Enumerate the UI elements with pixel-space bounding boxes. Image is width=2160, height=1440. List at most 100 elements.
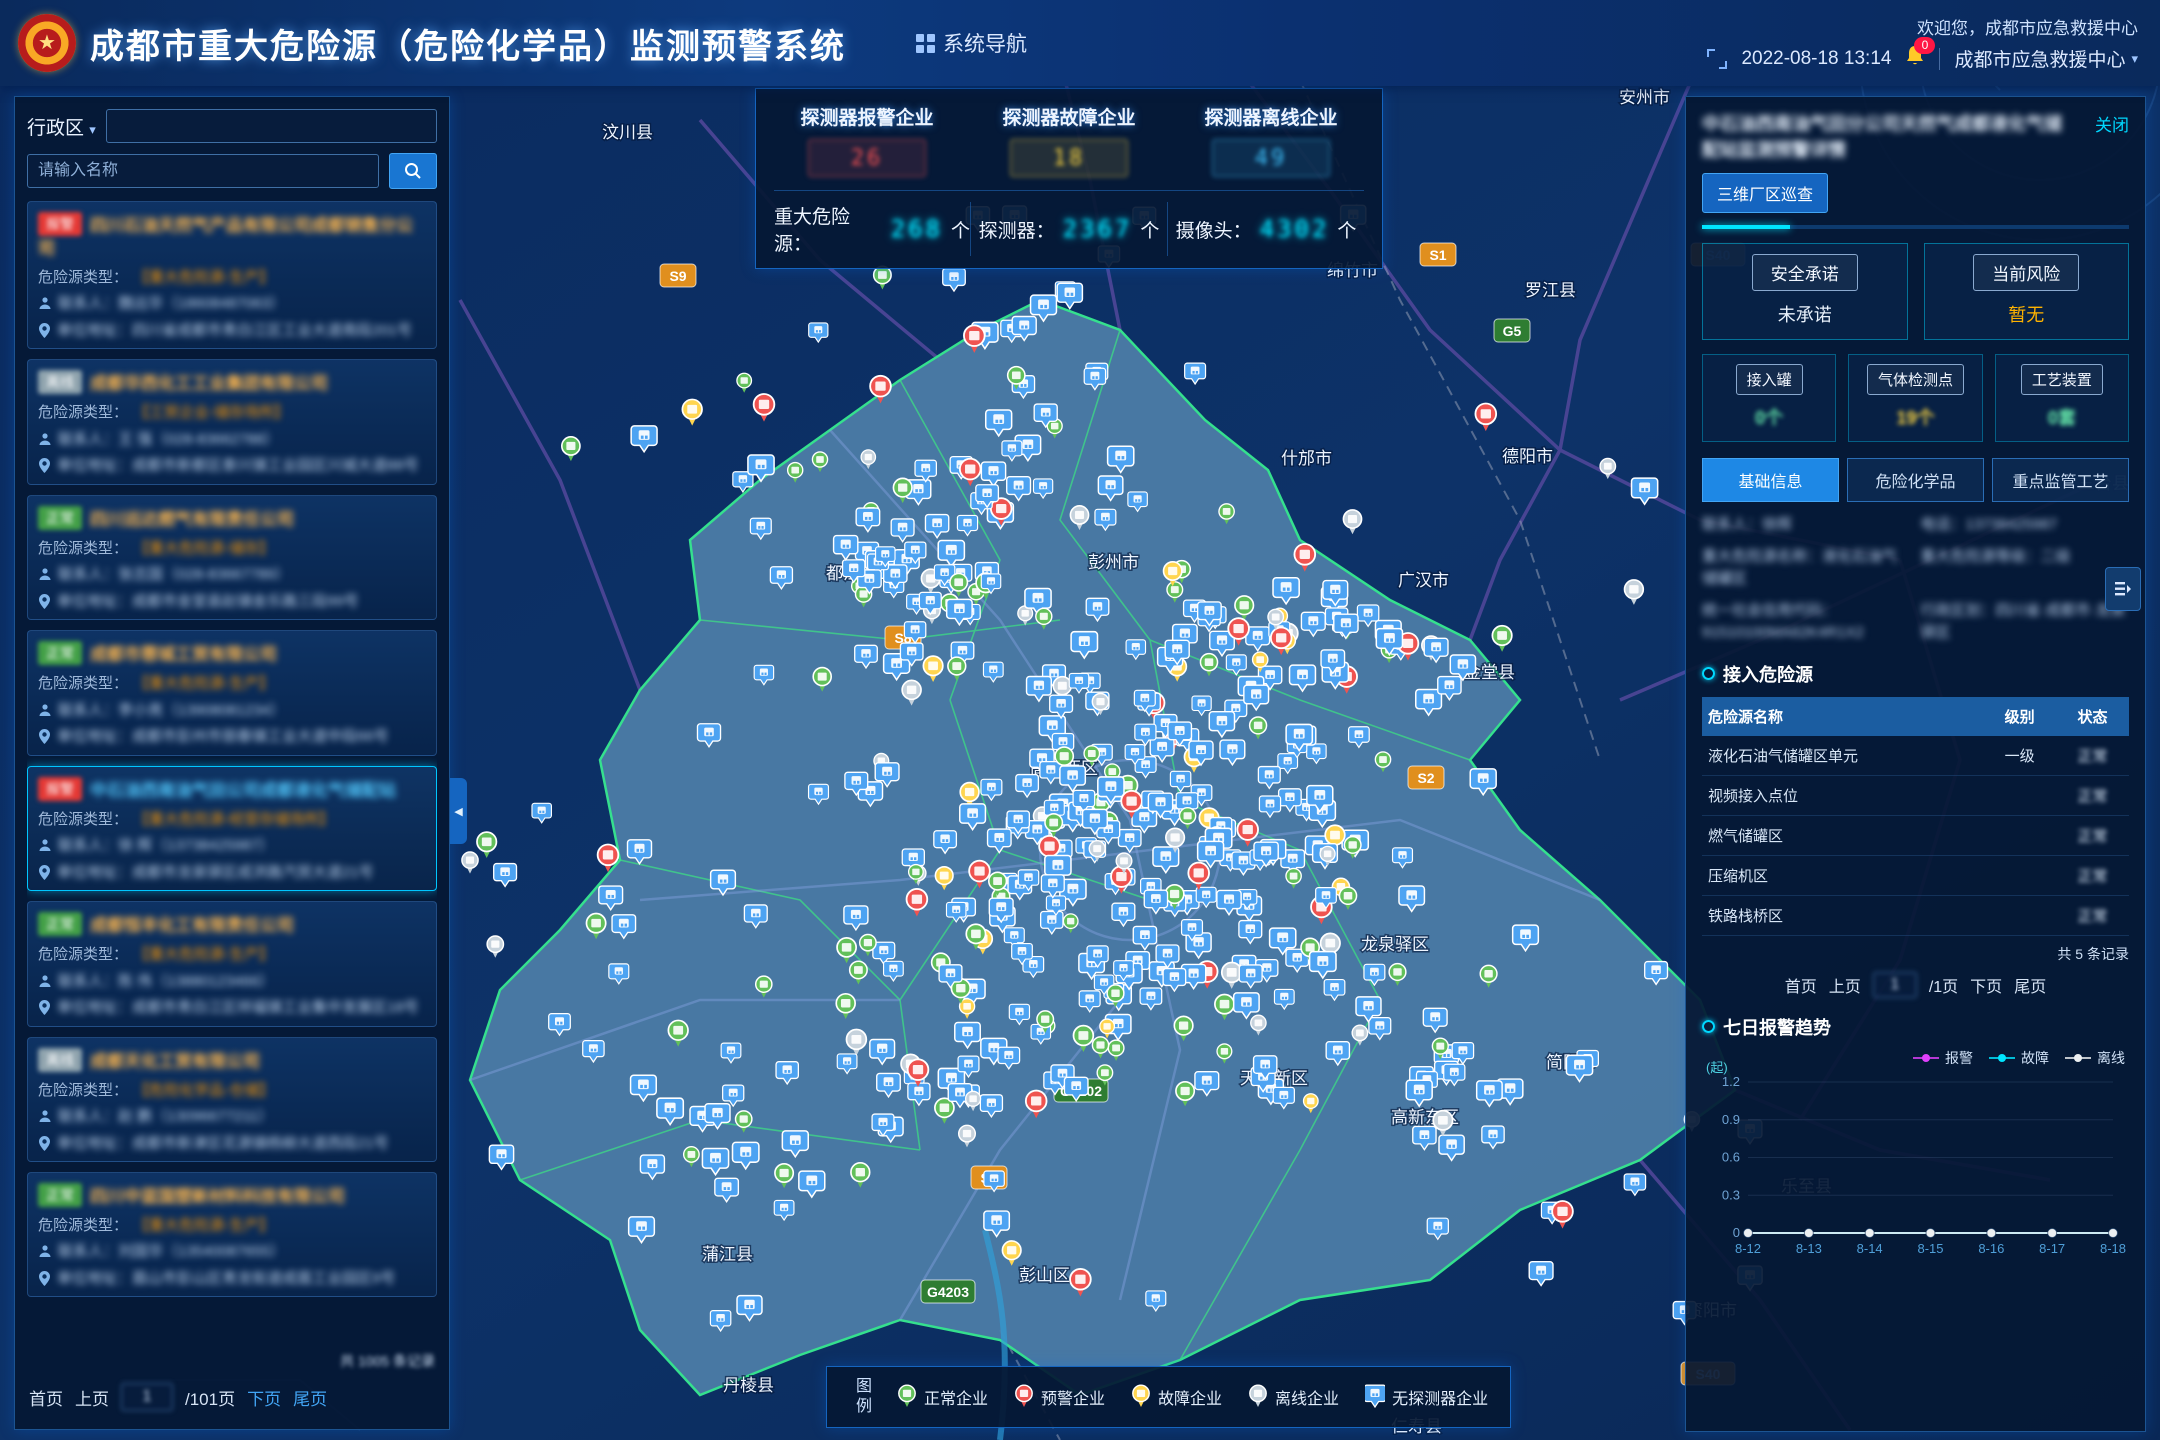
- person-icon: [38, 432, 52, 446]
- address-line: 单位地址：成都市新都区泰兴镇工业园区兴城大道88号: [38, 456, 426, 476]
- trend-chart-area: 报警故障离线 (起)00.30.60.91.28-128-138-148-158…: [1702, 1046, 2129, 1417]
- map-city-label: 彭州市: [1088, 553, 1139, 572]
- basic-info: 联系人：徐辉电话：13738425987重大危险源名称：液化石油气储罐区重大危险…: [1702, 514, 2129, 645]
- detector-stat-value: 49: [1212, 139, 1330, 177]
- nav-system[interactable]: 系统导航: [916, 28, 1027, 58]
- svg-text:8-16: 8-16: [1978, 1241, 2004, 1256]
- contact-line: 联系人：李小亮（13908081234）: [38, 701, 426, 721]
- page-next[interactable]: 下页: [1970, 973, 2002, 997]
- svg-text:8-18: 8-18: [2100, 1241, 2126, 1256]
- company-title: 四川远达燃气有限责任公司: [90, 510, 294, 529]
- trend-legend: 报警故障离线: [1913, 1048, 2125, 1068]
- company-title: 成都华西化工工业集团有限公司: [90, 374, 328, 393]
- map-city-label: 汶川县: [602, 123, 653, 142]
- welcome-text: 欢迎您，成都市应急救援中心: [1917, 14, 2138, 39]
- company-card[interactable]: 离线成都华西化工工业集团有限公司危险源类型：【工贸企业-储存场所】联系人：王 强…: [27, 359, 437, 484]
- fullscreen-icon[interactable]: [1707, 49, 1727, 69]
- company-card[interactable]: 报警四川石油天然气产品有限公司成都销售分公司危险源类型：【重大危险源-生产】联系…: [27, 201, 437, 349]
- company-title: 四川石油天然气产品有限公司成都销售分公司: [38, 216, 413, 258]
- page-first[interactable]: 首页: [1785, 973, 1817, 997]
- hazard-type-line: 危险源类型：【重大危险源-储存】: [38, 539, 426, 559]
- road-shield: S9: [660, 264, 696, 287]
- page-total: /101页: [185, 1385, 235, 1410]
- table-row[interactable]: 燃气储罐区正常: [1702, 815, 2129, 855]
- svg-text:0.9: 0.9: [1722, 1111, 1740, 1126]
- org-selector[interactable]: 成都市应急救援中心 ▾: [1954, 45, 2138, 72]
- device-stat-value: 19个: [1853, 404, 1977, 430]
- company-card[interactable]: 正常成都恒丰化工有限责任公司危险源类型：【重大危险源-生产】联系人：陈 伟（13…: [27, 901, 437, 1026]
- road-shield: S2: [1408, 766, 1444, 789]
- page-last[interactable]: 尾页: [293, 1385, 327, 1410]
- plant-3d-patrol-button[interactable]: 三维厂区巡查: [1702, 173, 1828, 213]
- search-input[interactable]: [27, 154, 379, 188]
- company-title: 成都市蓉城工贸有限公司: [90, 645, 277, 664]
- sidebar-collapse-handle[interactable]: ◀: [450, 778, 467, 844]
- svg-text:8-13: 8-13: [1796, 1241, 1822, 1256]
- table-row[interactable]: 液化石油气储罐区单元一级正常: [1702, 736, 2129, 776]
- map-city-label: 蒲江县: [702, 1245, 753, 1264]
- legend-pin-icon: [897, 1384, 917, 1410]
- road-shield: G5: [1494, 319, 1530, 342]
- contact-line: 联系人：张志国（028-83667789）: [38, 565, 426, 585]
- company-card[interactable]: 报警中石油西南油气田公司成都液化气储配站危险源类型：【重大危险源-经营存储场所】…: [27, 766, 437, 891]
- table-row[interactable]: 铁路栈桥区正常: [1702, 895, 2129, 935]
- device-stat-value: 0个: [1707, 404, 1831, 430]
- legend-pin-icon: [1131, 1384, 1151, 1410]
- app-title: 成都市重大危险源（危险化学品）监测预警系统: [90, 19, 846, 68]
- trend-legend-item[interactable]: 故障: [1989, 1048, 2049, 1068]
- safety-promise-label: 安全承诺: [1752, 254, 1858, 291]
- search-button[interactable]: [389, 153, 437, 189]
- page-next[interactable]: 下页: [247, 1385, 281, 1410]
- list-expand-icon: [2114, 580, 2132, 598]
- section-dot-icon: [1702, 1020, 1715, 1033]
- company-card[interactable]: 离线成都天化工贸有限公司危险源类型：【危险化学品-仓储】联系人：赵 鹏（1309…: [27, 1037, 437, 1162]
- status-tag: 离线: [38, 1048, 82, 1072]
- trend-legend-item[interactable]: 报警: [1913, 1048, 1973, 1068]
- detector-stat: 探测器故障企业18: [976, 103, 1162, 177]
- svg-text:(起): (起): [1706, 1060, 1728, 1075]
- hazard-type-line: 危险源类型：【重大危险源-生产】: [38, 268, 426, 288]
- notification-bell-icon[interactable]: 0: [1905, 45, 1925, 73]
- map-city-label: 广汉市: [1398, 571, 1449, 590]
- search-icon: [404, 162, 422, 180]
- tab-危险化学品[interactable]: 危险化学品: [1847, 458, 1984, 502]
- legend-item: 离线企业: [1248, 1384, 1339, 1410]
- tab-重点监管工艺[interactable]: 重点监管工艺: [1992, 458, 2129, 502]
- hazard-type-line: 危险源类型：【工贸企业-储存场所】: [38, 403, 426, 423]
- svg-text:S1: S1: [1429, 247, 1446, 263]
- detail-panel: 中石油西南油气田分公司天然气成都液化气储配站监测预警详情 关闭 三维厂区巡查 安…: [1685, 96, 2146, 1432]
- trend-legend-item[interactable]: 离线: [2065, 1048, 2125, 1068]
- nav-label: 系统导航: [943, 28, 1027, 58]
- info-row: 统一社会信用代码：91510100MA62K4R1X2: [1702, 600, 1911, 645]
- company-title: 四川中蓝国塑新材料科技有限公司: [90, 1187, 345, 1206]
- district-dropdown[interactable]: 行政区 ▾: [27, 113, 96, 140]
- page-prev[interactable]: 上页: [75, 1385, 109, 1410]
- tab-基础信息[interactable]: 基础信息: [1702, 458, 1839, 502]
- close-button[interactable]: 关闭: [2095, 111, 2129, 136]
- company-card[interactable]: 正常四川中蓝国塑新材料科技有限公司危险源类型：【重大危险源-生产】联系人：刘国华…: [27, 1172, 437, 1297]
- company-card[interactable]: 正常四川远达燃气有限责任公司危险源类型：【重大危险源-储存】联系人：张志国（02…: [27, 495, 437, 620]
- record-count: 共 1005 条记录: [340, 1351, 435, 1371]
- company-card[interactable]: 正常成都市蓉城工贸有限公司危险源类型：【重大危险源-生产】联系人：李小亮（139…: [27, 630, 437, 755]
- page-input[interactable]: [1873, 972, 1917, 998]
- address-line: 单位地址：成都市新津区花源镇杨柳大道西段21号: [38, 1134, 426, 1154]
- page-last[interactable]: 尾页: [2014, 973, 2046, 997]
- table-row[interactable]: 压缩机区正常: [1702, 855, 2129, 895]
- top-header: ★ 成都市重大危险源（危险化学品）监测预警系统 系统导航 欢迎您，成都市应急救援…: [0, 0, 2160, 86]
- info-row: 联系人：徐辉: [1702, 514, 1911, 537]
- table-row[interactable]: 视频接入点位正常: [1702, 775, 2129, 815]
- page-first[interactable]: 首页: [29, 1385, 63, 1410]
- district-input[interactable]: [106, 109, 437, 143]
- contact-line: 联系人：徐 辉（13738425987）: [38, 836, 426, 856]
- counter-value: 4302: [1260, 215, 1330, 243]
- device-stats-row: 接入罐0个气体检测点19个工艺装置0套: [1702, 354, 2129, 442]
- section-dot-icon: [1702, 667, 1715, 680]
- hazard-type-line: 危险源类型：【重大危险源-生产】: [38, 1216, 426, 1236]
- page-prev[interactable]: 上页: [1829, 973, 1861, 997]
- location-pin-icon: [38, 594, 51, 609]
- detector-stat: 探测器报警企业26: [774, 103, 960, 177]
- panel-expand-button[interactable]: [2105, 567, 2141, 611]
- svg-text:1.2: 1.2: [1722, 1074, 1740, 1089]
- page-input[interactable]: [121, 1383, 173, 1411]
- detector-stat-value: 26: [808, 139, 926, 177]
